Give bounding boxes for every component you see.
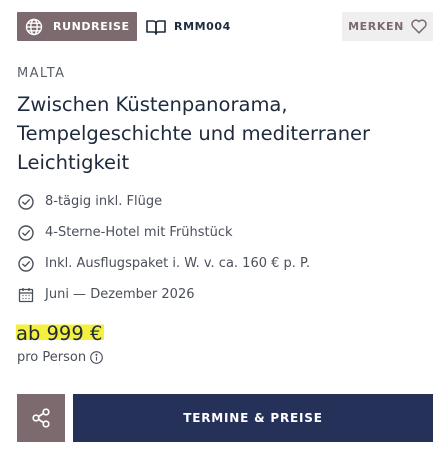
feature-item: 4-Sterne-Hotel mit Frühstück [17,217,310,248]
dates-prices-button[interactable]: TERMINE & PREISE [73,394,433,442]
price-unit: pro Person [17,350,103,365]
trip-code-label: RMM004 [174,20,231,33]
price-unit-label: pro Person [17,350,87,365]
offer-title: Zwischen Küstenpanorama, Tempelgeschicht… [17,93,371,174]
info-icon[interactable] [90,351,103,364]
feature-text: 8-tägig inkl. Flüge [45,194,163,209]
save-button[interactable]: MERKEN [342,12,433,41]
country-label: MALTA [17,66,66,81]
check-circle-icon [17,224,35,242]
offer-card: RUNDREISE RMM004 MERKEN MALTA Zwischen K… [0,0,448,450]
feature-item: 8-tägig inkl. Flüge [17,186,310,217]
feature-text: 4-Sterne-Hotel mit Frühstück [45,225,233,240]
price: ab 999 € [16,322,105,345]
feature-text: Juni — Dezember 2026 [45,287,195,302]
save-button-label: MERKEN [348,20,404,33]
heart-icon [411,19,427,34]
trip-code: RMM004 [146,12,231,41]
type-badge: RUNDREISE [17,12,137,41]
feature-item: Inkl. Ausflugspaket i. W. v. ca. 160 € p… [17,248,310,279]
share-button[interactable] [17,394,65,442]
check-circle-icon [17,255,35,273]
feature-text: Inkl. Ausflugspaket i. W. v. ca. 160 € p… [45,256,310,271]
feature-item: Juni — Dezember 2026 [17,279,310,310]
type-badge-label: RUNDREISE [53,20,130,33]
book-icon [146,19,166,35]
check-circle-icon [17,193,35,211]
feature-list: 8-tägig inkl. Flüge 4-Sterne-Hotel mit F… [17,186,310,310]
globe-icon [25,18,43,36]
share-icon [30,407,52,429]
calendar-icon [17,286,35,304]
